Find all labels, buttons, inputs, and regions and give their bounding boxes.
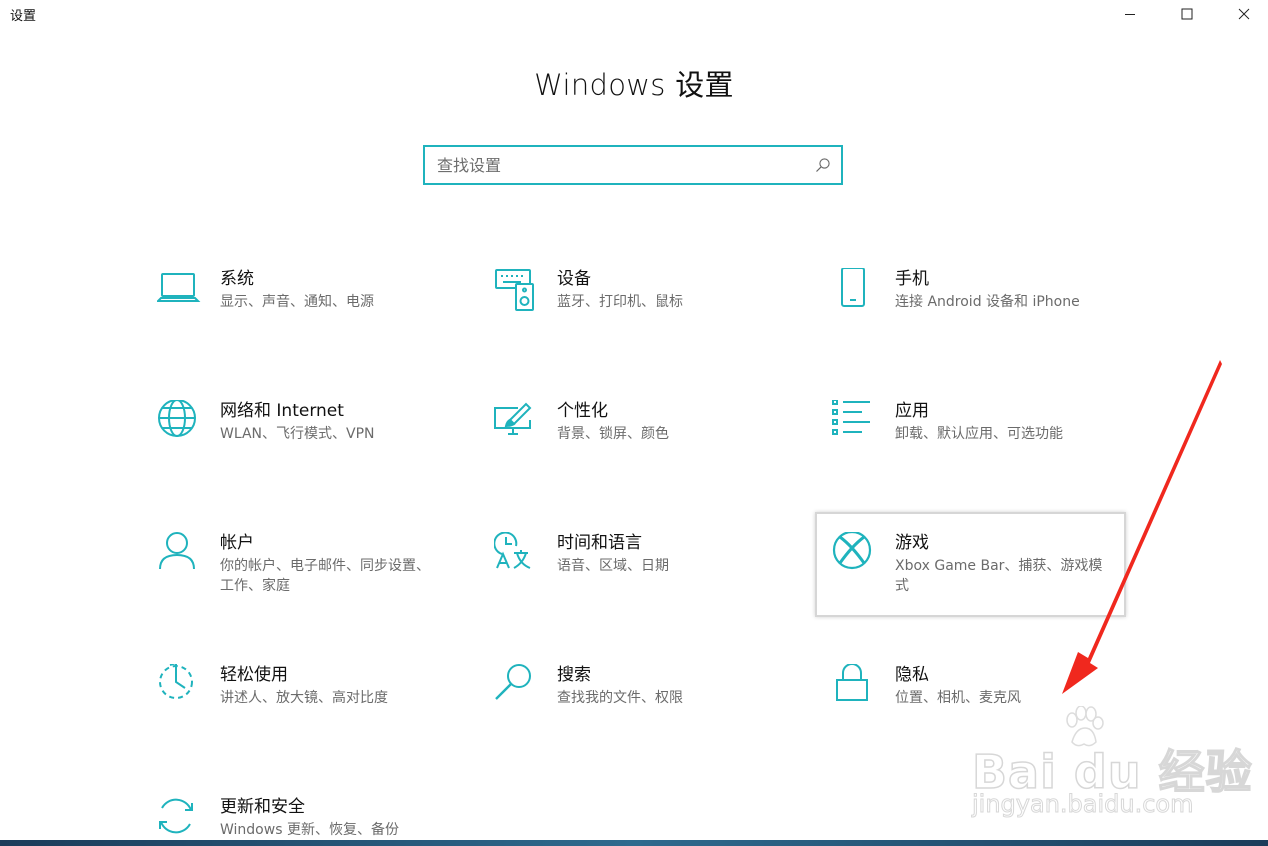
maximize-button[interactable] — [1164, 0, 1210, 28]
close-button[interactable] — [1221, 0, 1267, 28]
tile-phone[interactable]: 手机 连接 Android 设备和 iPhone — [832, 268, 1142, 372]
tile-subtitle: 背景、锁屏、颜色 — [557, 426, 669, 442]
tile-subtitle: 位置、相机、麦克风 — [895, 690, 1021, 706]
tile-title: 搜索 — [557, 665, 591, 685]
tile-personalization[interactable]: 个性化 背景、锁屏、颜色 — [494, 400, 804, 504]
taskbar-strip — [0, 840, 1268, 846]
window-title: 设置 — [10, 9, 37, 24]
page-title: Windows 设置 — [534, 68, 734, 102]
baidu-watermark: Bai du 经验 jingyan.baidu.com — [968, 706, 1252, 826]
tile-subtitle: 讲述人、放大镜、高对比度 — [220, 690, 388, 706]
tile-subtitle: 查找我的文件、权限 — [557, 690, 683, 706]
person-icon — [157, 532, 201, 576]
tile-gaming[interactable]: 游戏 Xbox Game Bar、捕获、游戏模式 — [832, 532, 1142, 636]
tile-title: 隐私 — [895, 665, 929, 685]
paint-monitor-icon — [494, 400, 538, 444]
tile-update-security[interactable]: 更新和安全 Windows 更新、恢复、备份 — [157, 796, 467, 840]
phone-icon — [832, 268, 876, 312]
app-list-icon — [832, 400, 876, 444]
tile-title: 时间和语言 — [557, 533, 642, 553]
tile-title: 设备 — [557, 269, 591, 289]
magnifier-icon — [494, 664, 538, 708]
tile-subtitle: 蓝牙、打印机、鼠标 — [557, 294, 683, 310]
tile-devices[interactable]: 设备 蓝牙、打印机、鼠标 — [494, 268, 804, 372]
sync-icon — [157, 796, 201, 840]
tile-accounts[interactable]: 帐户 你的帐户、电子邮件、同步设置、工作、家庭 — [157, 532, 467, 636]
tile-apps[interactable]: 应用 卸载、默认应用、可选功能 — [832, 400, 1142, 504]
tile-subtitle: 你的帐户、电子邮件、同步设置、工作、家庭 — [220, 558, 430, 594]
tile-subtitle: WLAN、飞行模式、VPN — [220, 426, 375, 442]
close-icon — [1238, 8, 1250, 20]
lock-icon — [832, 664, 876, 708]
globe-icon — [157, 400, 201, 444]
search-box[interactable] — [423, 145, 843, 185]
tile-title: 网络和 Internet — [220, 401, 344, 421]
laptop-icon — [157, 268, 201, 312]
minimize-button[interactable] — [1107, 0, 1153, 28]
title-bar: 设置 — [0, 0, 1268, 30]
tile-title: 手机 — [895, 269, 929, 289]
tile-title: 系统 — [220, 269, 254, 289]
tile-network[interactable]: 网络和 Internet WLAN、飞行模式、VPN — [157, 400, 467, 504]
tile-title: 应用 — [895, 401, 929, 421]
search-icon[interactable] — [815, 157, 831, 173]
tile-subtitle: 卸载、默认应用、可选功能 — [895, 426, 1063, 442]
tile-title: 更新和安全 — [220, 797, 305, 817]
tile-subtitle: 语音、区域、日期 — [557, 558, 669, 574]
clock-language-icon — [494, 532, 538, 576]
tile-ease-of-access[interactable]: 轻松使用 讲述人、放大镜、高对比度 — [157, 664, 467, 768]
tile-subtitle: Xbox Game Bar、捕获、游戏模式 — [895, 558, 1103, 594]
tile-title: 轻松使用 — [220, 665, 288, 685]
maximize-icon — [1181, 8, 1193, 20]
tile-title: 游戏 — [895, 533, 929, 553]
tile-subtitle: Windows 更新、恢复、备份 — [220, 822, 399, 838]
tile-time-language[interactable]: 时间和语言 语音、区域、日期 — [494, 532, 804, 636]
keyboard-speaker-icon — [494, 268, 538, 312]
tile-title: 帐户 — [220, 533, 254, 553]
tile-system[interactable]: 系统 显示、声音、通知、电源 — [157, 268, 467, 372]
ease-of-access-icon — [157, 664, 201, 708]
tile-search[interactable]: 搜索 查找我的文件、权限 — [494, 664, 804, 768]
tile-subtitle: 连接 Android 设备和 iPhone — [895, 294, 1080, 310]
watermark-url: jingyan.baidu.com — [971, 790, 1194, 819]
tile-subtitle: 显示、声音、通知、电源 — [220, 294, 374, 310]
minimize-icon — [1125, 14, 1135, 15]
xbox-icon — [832, 532, 876, 576]
tile-title: 个性化 — [557, 401, 608, 421]
search-input[interactable] — [437, 147, 807, 183]
